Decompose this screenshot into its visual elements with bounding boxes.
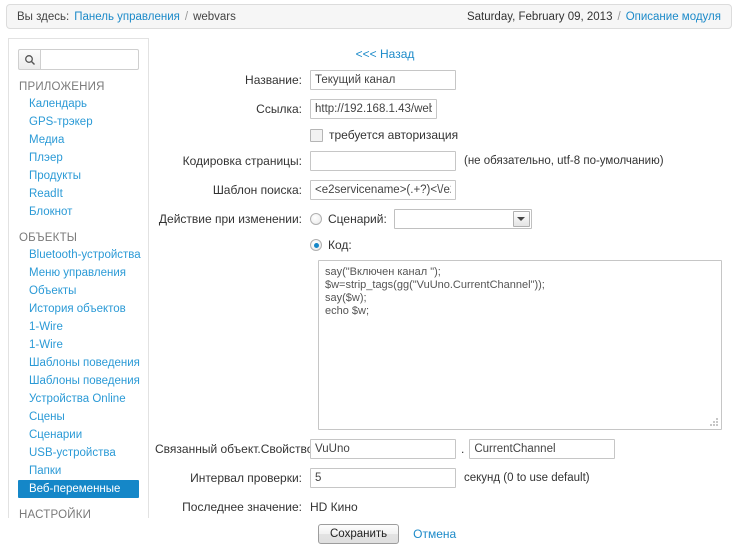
breadcrumb-current: webvars	[193, 10, 236, 23]
field-row-last-value: Последнее значение: HD Кино	[155, 497, 735, 514]
topbar-separator: /	[617, 10, 621, 23]
sidebar-item-usb-devices[interactable]: USB-устройства	[19, 444, 148, 462]
form-actions: Сохранить Отмена	[155, 524, 735, 544]
sidebar-item-control-menu[interactable]: Меню управления	[19, 264, 148, 282]
sidebar-section-applications: ПРИЛОЖЕНИЯ	[19, 81, 105, 93]
encoding-input[interactable]	[310, 151, 456, 171]
sidebar-item-notepad[interactable]: Блокнот	[19, 203, 148, 221]
field-row-encoding: Кодировка страницы: (не обязательно, utf…	[155, 151, 735, 171]
link-label: Ссылка:	[256, 102, 302, 116]
on-change-label: Действие при изменении:	[158, 212, 302, 226]
search-input[interactable]	[40, 49, 139, 70]
back-link-row: <<< Назад	[155, 38, 735, 61]
linked-object-input[interactable]	[310, 439, 456, 459]
sidebar-item-web-variables[interactable]: Веб-переменные	[18, 480, 139, 498]
sidebar-item-products[interactable]: Продукты	[19, 167, 148, 185]
sidebar-item-object-history[interactable]: История объектов	[19, 300, 148, 318]
webvar-edit-form: <<< Назад Название: Ссылка: требуется ав…	[155, 38, 735, 544]
interval-label: Интервал проверки:	[190, 471, 302, 485]
search-template-label: Шаблон поиска:	[212, 183, 302, 197]
object-property-separator: .	[461, 442, 465, 456]
breadcrumb: Вы здесь: Панель управления / webvars	[17, 11, 236, 23]
auth-required-checkbox[interactable]	[310, 128, 323, 142]
code-textarea[interactable]: say("Включен канал "); $w=strip_tags(gg(…	[318, 260, 722, 430]
link-input[interactable]	[310, 99, 437, 119]
field-row-search-template: Шаблон поиска:	[155, 180, 735, 200]
name-label: Название:	[245, 73, 302, 87]
encoding-hint: (не обязательно, utf-8 по-умолчанию)	[464, 155, 664, 167]
sidebar-item-1-wire-a[interactable]: 1-Wire	[19, 318, 148, 336]
module-description-link[interactable]: Описание модуля	[626, 11, 721, 23]
encoding-label: Кодировка страницы:	[182, 154, 302, 168]
field-row-on-change-script: Действие при изменении: Сценарий:	[155, 209, 735, 229]
breadcrumb-prefix: Вы здесь:	[17, 10, 70, 23]
code-radio[interactable]	[310, 239, 322, 251]
sidebar-section-settings: НАСТРОЙКИ	[19, 509, 92, 518]
sidebar: ПРИЛОЖЕНИЯ Календарь GPS-трэкер Медиа Пл…	[8, 38, 149, 518]
last-value-label: Последнее значение:	[182, 500, 302, 514]
interval-input[interactable]	[310, 468, 456, 488]
resize-grip[interactable]	[710, 418, 719, 427]
sidebar-item-scenes[interactable]: Сцены	[19, 408, 148, 426]
linked-property-input[interactable]	[469, 439, 616, 459]
field-row-name: Название:	[155, 70, 735, 90]
search-template-input[interactable]	[310, 180, 456, 200]
cancel-link[interactable]: Отмена	[413, 527, 456, 541]
breadcrumb-separator: /	[184, 10, 189, 23]
sidebar-item-bluetooth-devices[interactable]: Bluetooth-устройства	[19, 246, 148, 264]
script-radio-label: Сценарий:	[328, 212, 387, 226]
sidebar-item-folders[interactable]: Папки	[19, 462, 148, 480]
field-row-on-change-code: Код:	[155, 238, 735, 252]
auth-empty-label	[155, 128, 310, 131]
script-select[interactable]	[393, 209, 532, 229]
sidebar-item-devices-online[interactable]: Устройства Online	[19, 390, 148, 408]
auth-required-label: требуется авторизация	[329, 128, 459, 142]
field-row-link: Ссылка:	[155, 99, 735, 119]
sidebar-item-1-wire-b[interactable]: 1-Wire	[19, 336, 148, 354]
back-link[interactable]: <<< Назад	[356, 47, 415, 61]
last-value-text: HD Кино	[310, 500, 358, 514]
search-icon[interactable]	[18, 49, 40, 70]
code-radio-label: Код:	[328, 238, 352, 252]
script-radio[interactable]	[310, 213, 322, 225]
topbar-right: Saturday, February 09, 2013 / Описание м…	[467, 11, 721, 23]
sidebar-item-gps-tracker[interactable]: GPS-трэкер	[19, 113, 148, 131]
interval-hint: секунд (0 to use default)	[464, 472, 590, 484]
sidebar-item-calendar[interactable]: Календарь	[19, 95, 148, 113]
sidebar-item-readit[interactable]: ReadIt	[19, 185, 148, 203]
sidebar-item-behavior-templates-a[interactable]: Шаблоны поведения	[19, 354, 148, 372]
linked-object-label: Связанный объект.Свойство:	[155, 442, 317, 456]
name-input[interactable]	[310, 70, 456, 90]
code-empty-label	[155, 238, 310, 241]
sidebar-item-objects[interactable]: Объекты	[19, 282, 148, 300]
field-row-code-editor: say("Включен канал "); $w=strip_tags(gg(…	[155, 260, 735, 430]
sidebar-section-objects: ОБЪЕКТЫ	[19, 232, 78, 244]
field-row-linked-object: Связанный объект.Свойство: .	[155, 439, 735, 459]
sidebar-item-scripts[interactable]: Сценарии	[19, 426, 148, 444]
sidebar-item-player[interactable]: Плэер	[19, 149, 148, 167]
sidebar-search	[18, 49, 139, 70]
field-row-interval: Интервал проверки: секунд (0 to use defa…	[155, 468, 735, 488]
breadcrumb-bar: Вы здесь: Панель управления / webvars Sa…	[6, 4, 732, 29]
current-date: Saturday, February 09, 2013	[466, 10, 613, 23]
save-button[interactable]: Сохранить	[318, 524, 400, 544]
field-row-auth: требуется авторизация	[155, 128, 735, 142]
breadcrumb-link-dashboard[interactable]: Панель управления	[74, 11, 180, 23]
sidebar-item-media[interactable]: Медиа	[19, 131, 148, 149]
chevron-down-icon[interactable]	[512, 211, 530, 227]
sidebar-item-behavior-templates-b[interactable]: Шаблоны поведения	[19, 372, 148, 390]
